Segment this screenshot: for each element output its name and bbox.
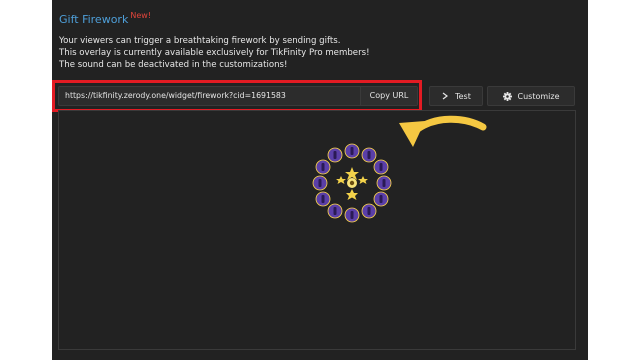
pointer-arrow (399, 115, 487, 147)
test-button[interactable]: Test (429, 86, 483, 106)
description-line: Your viewers can trigger a breathtaking … (59, 36, 341, 46)
page-title: Gift Firework (59, 13, 129, 26)
firework-stars (336, 167, 368, 200)
new-badge: New! (130, 11, 151, 20)
description-line: This overlay is currently available excl… (59, 48, 370, 58)
firework-graphic (312, 143, 392, 223)
highlight-annotation (52, 80, 422, 112)
description-line: The sound can be deactivated in the cust… (59, 60, 288, 70)
gear-icon (502, 91, 512, 101)
description: Your viewers can trigger a breathtaking … (59, 35, 370, 71)
title-row: Gift Firework New! (59, 8, 151, 27)
chevron-right-icon (441, 92, 449, 100)
customize-button[interactable]: Customize (487, 86, 575, 106)
test-button-label: Test (455, 91, 471, 101)
customize-button-label: Customize (517, 91, 560, 101)
